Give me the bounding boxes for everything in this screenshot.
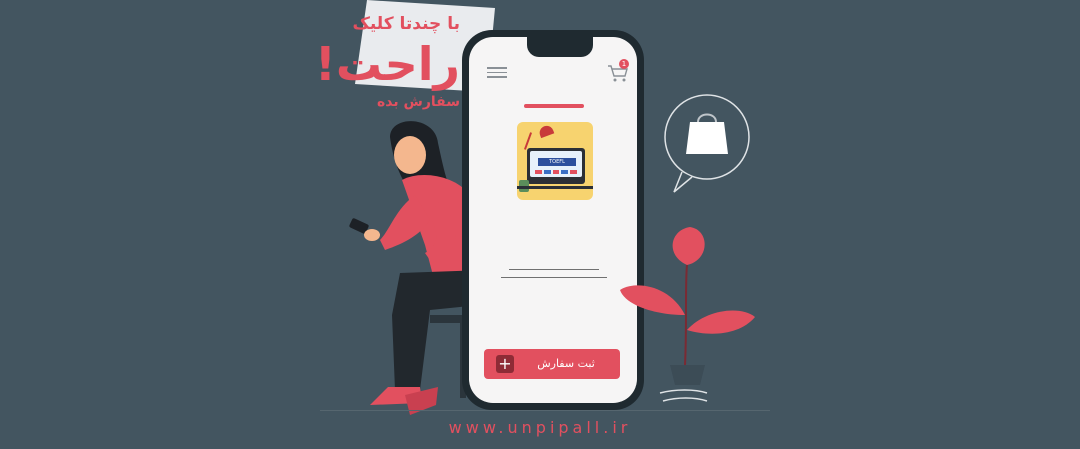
- order-button-label: ثبت سفارش: [537, 357, 595, 370]
- hamburger-menu-icon[interactable]: [487, 67, 507, 79]
- monitor-label: TOEFL: [538, 158, 576, 166]
- ground-line: [320, 410, 770, 411]
- divider-line: [501, 277, 607, 278]
- plus-icon: +: [496, 355, 514, 373]
- headline-line3: سفارش بده: [377, 94, 460, 110]
- speech-bubble-bag-icon: [664, 94, 750, 193]
- website-url[interactable]: www.unpipall.ir: [0, 418, 1080, 437]
- banner-scene: با چندتا کلیک راحت! سفارش بده 1 TOEFL + …: [0, 0, 1080, 449]
- monitor-screen: TOEFL: [530, 151, 582, 177]
- phone-screen: 1 TOEFL + ثبت سفارش: [469, 37, 637, 403]
- headline-line1: با چندتا کلیک: [352, 14, 460, 34]
- monitor-icon: TOEFL: [527, 148, 585, 184]
- title-placeholder-bar: [524, 104, 584, 108]
- place-order-button[interactable]: + ثبت سفارش: [484, 349, 620, 379]
- headline: با چندتا کلیک راحت! سفارش بده: [290, 14, 460, 110]
- monitor-tiles: [535, 170, 577, 174]
- desk-line: [517, 186, 593, 189]
- divider-line: [509, 269, 599, 270]
- plant-illustration: [620, 227, 755, 402]
- headline-line2: راحت!: [314, 37, 460, 91]
- lamp-icon: [537, 123, 555, 139]
- cart-badge: 1: [619, 59, 629, 69]
- product-image[interactable]: TOEFL: [517, 122, 593, 200]
- phone-notch: [527, 37, 593, 57]
